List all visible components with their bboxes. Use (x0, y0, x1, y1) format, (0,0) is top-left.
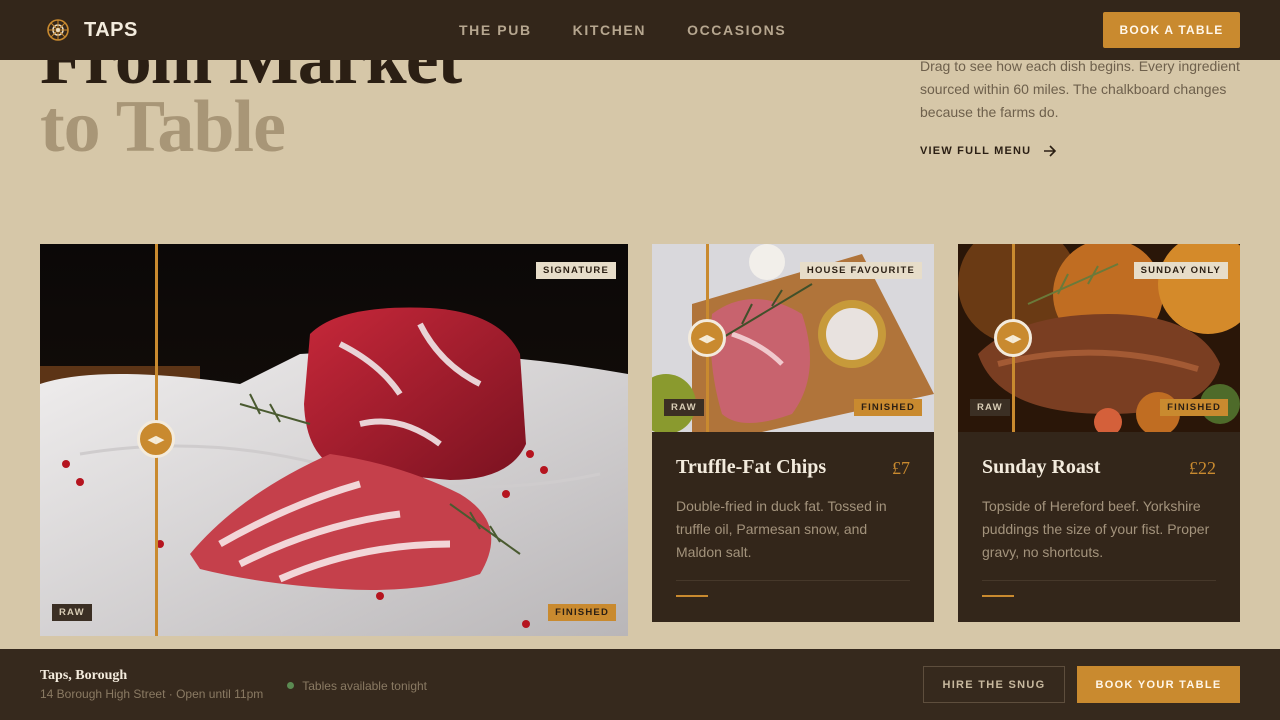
comparison-slider-handle[interactable]: ◀▶ (994, 319, 1032, 357)
dish-title: Sunday Roast (982, 456, 1101, 478)
dish-price: £22 (1189, 458, 1216, 478)
sunday-roast-card: ◀▶ SUNDAY ONLY RAW FINISHED Sunday Roast… (958, 244, 1240, 622)
card-divider (982, 580, 1216, 581)
chips-image: ◀▶ HOUSE FAVOURITE RAW FINISHED (652, 244, 934, 432)
raw-label: RAW (664, 399, 704, 416)
footer-actions: HIRE THE SNUG BOOK YOUR TABLE (923, 666, 1240, 703)
venue-address: 14 Borough High Street · Open until 11pm (40, 687, 264, 701)
dish-description: Double-fried in duck fat. Tossed in truf… (676, 498, 887, 560)
brand-name: TAPS (84, 18, 138, 41)
availability-status: Tables available tonight (287, 679, 427, 693)
finished-label: FINISHED (854, 399, 922, 416)
brand-logo[interactable]: TAPS (46, 18, 446, 42)
sticky-booking-bar: Taps, Borough 14 Borough High Street · O… (0, 649, 1280, 720)
raw-label: RAW (970, 399, 1010, 416)
signature-badge: SIGNATURE (535, 262, 616, 279)
venue-info: Taps, Borough 14 Borough High Street · O… (40, 668, 263, 701)
nav-link-occasions[interactable]: OCCASIONS (687, 22, 786, 38)
left-right-arrows-icon: ◀▶ (1004, 332, 1022, 345)
nav-link-kitchen[interactable]: KITCHEN (573, 22, 646, 38)
dish-description: Topside of Hereford beef. Yorkshire pudd… (982, 498, 1210, 560)
finished-label: FINISHED (1160, 399, 1228, 416)
availability-text: Tables available tonight (302, 678, 428, 693)
left-right-arrows-icon: ◀▶ (147, 433, 165, 446)
view-full-menu-label: VIEW FULL MENU (920, 145, 1032, 157)
venue-name: Taps, Borough (40, 668, 128, 683)
view-full-menu-link[interactable]: VIEW FULL MENU (920, 145, 1057, 157)
dish-title: Truffle-Fat Chips (676, 456, 827, 478)
sunday-only-badge: SUNDAY ONLY (1133, 262, 1228, 279)
raw-label: RAW (52, 604, 92, 621)
card-accent-line (982, 595, 1014, 597)
roast-image: ◀▶ SUNDAY ONLY RAW FINISHED (958, 244, 1240, 432)
comparison-slider-handle[interactable]: ◀▶ (688, 319, 726, 357)
status-dot-icon (287, 682, 295, 689)
dish-price: £7 (892, 458, 910, 478)
hire-the-snug-button[interactable]: HIRE THE SNUG (923, 666, 1065, 703)
hero-description: Drag to see how each dish begins. Every … (920, 58, 1240, 120)
knot-emblem-icon (47, 19, 69, 41)
book-your-table-button[interactable]: BOOK YOUR TABLE (1077, 666, 1240, 703)
cured-meat-photo (40, 244, 628, 636)
comparison-slider-handle[interactable]: ◀▶ (137, 420, 175, 458)
finished-label: FINISHED (548, 604, 616, 621)
book-a-table-button[interactable]: BOOK A TABLE (1103, 12, 1240, 48)
arrow-right-icon (1044, 145, 1057, 157)
card-accent-line (676, 595, 708, 597)
nav-link-the-pub[interactable]: THE PUB (459, 22, 532, 38)
nav-links: THE PUB KITCHEN OCCASIONS (459, 22, 786, 38)
left-right-arrows-icon: ◀▶ (698, 332, 716, 345)
top-navigation: TAPS THE PUB KITCHEN OCCASIONS BOOK A TA… (0, 0, 1280, 60)
card-divider (676, 580, 910, 581)
signature-dish-card: ◀▶ SIGNATURE RAW FINISHED (40, 244, 628, 636)
truffle-fat-chips-card: ◀▶ HOUSE FAVOURITE RAW FINISHED Truffle-… (652, 244, 934, 622)
hero-title-line-2: to Table (40, 86, 286, 168)
house-favourite-badge: HOUSE FAVOURITE (799, 262, 922, 279)
